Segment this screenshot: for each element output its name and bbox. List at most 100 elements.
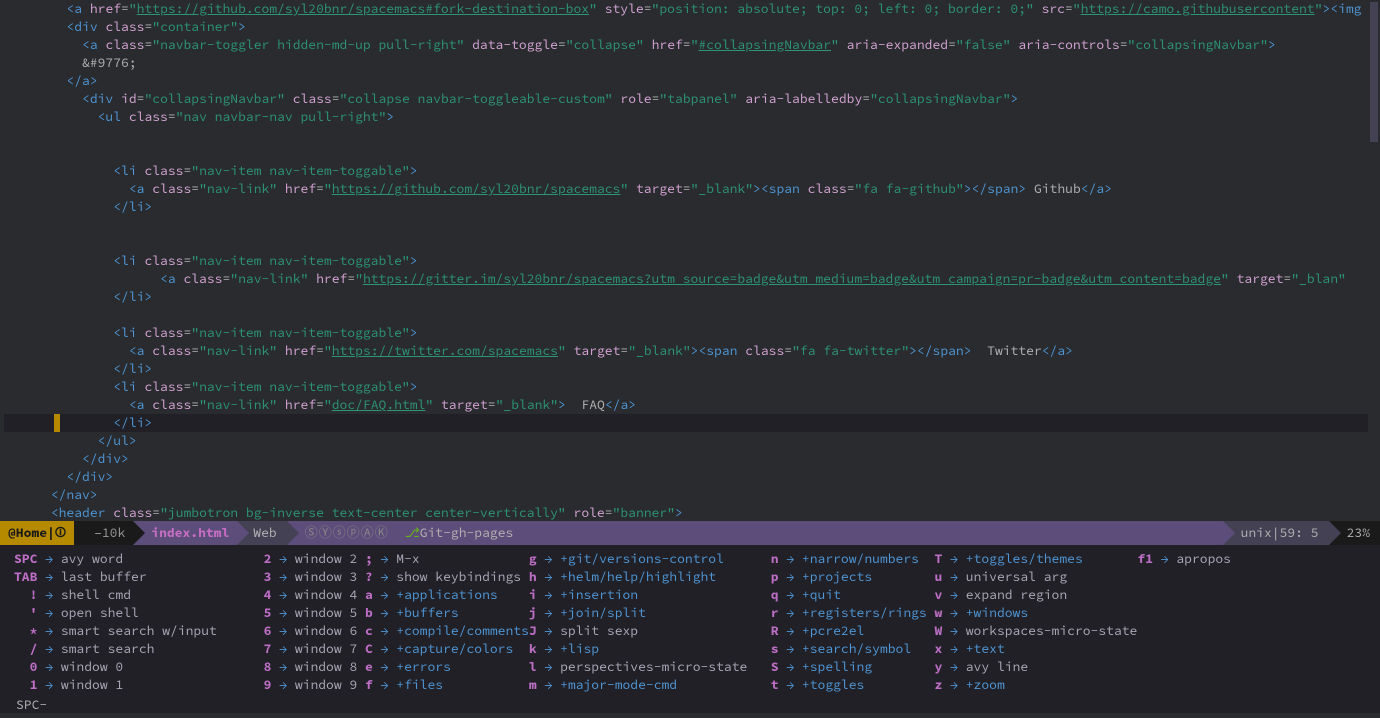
which-key-binding[interactable]: p → +projects [771, 568, 935, 586]
which-key-binding[interactable]: ; → M-x [365, 550, 529, 568]
code-line[interactable]: <li class="nav-item nav-item-toggable"> [4, 252, 1380, 270]
which-key-binding[interactable]: w → +windows [935, 604, 1138, 622]
which-key-binding[interactable]: T → +toggles/themes [935, 550, 1138, 568]
which-key-row: 1 → window 1 9 → window 9 f → +files m →… [14, 676, 1366, 694]
which-key-binding[interactable]: f → +files [365, 676, 529, 694]
which-key-binding[interactable]: u → universal arg [935, 568, 1138, 586]
code-line[interactable]: <ul class="nav navbar-nav pull-right"> [4, 108, 1380, 126]
which-key-binding[interactable]: TAB → last buffer [14, 568, 264, 586]
code-line[interactable]: </div> [4, 468, 1380, 486]
code-line[interactable] [4, 234, 1380, 252]
which-key-binding[interactable]: SPC → avy word [14, 550, 264, 568]
which-key-binding[interactable]: R → +pcre2el [771, 622, 935, 640]
code-line[interactable]: </ul> [4, 432, 1380, 450]
which-key-row: / → smart search 7 → window 7 C → +captu… [14, 640, 1366, 658]
which-key-row: SPC → avy word 2 → window 2 ; → M-x g → … [14, 550, 1366, 568]
code-line[interactable]: <a class="nav-link" href="doc/FAQ.html" … [4, 396, 1380, 414]
which-key-binding[interactable]: r → +registers/rings [771, 604, 935, 622]
code-line[interactable]: </li> [4, 198, 1380, 216]
which-key-row: * → smart search w/input 6 → window 6 c … [14, 622, 1366, 640]
which-key-binding[interactable]: k → +lisp [529, 640, 771, 658]
which-key-binding[interactable]: j → +join/split [529, 604, 771, 622]
which-key-binding[interactable]: l → perspectives-micro-state [529, 658, 771, 676]
code-line[interactable]: <a class="nav-link" href="https://twitte… [4, 342, 1380, 360]
code-line[interactable]: <a class="nav-link" href="https://gitter… [4, 270, 1380, 288]
which-key-binding[interactable]: 7 → window 7 [264, 640, 365, 658]
modeline-filename: index.html [133, 521, 237, 545]
which-key-binding[interactable]: x → +text [935, 640, 1138, 658]
code-line[interactable]: <header class="jumbotron bg-inverse text… [4, 504, 1380, 521]
code-line[interactable]: </a> [4, 72, 1380, 90]
which-key-binding[interactable]: y → avy line [935, 658, 1138, 676]
which-key-binding[interactable]: ' → open shell [14, 604, 264, 622]
code-line[interactable] [4, 306, 1380, 324]
code-line[interactable]: <li class="nav-item nav-item-toggable"> [4, 324, 1380, 342]
which-key-binding[interactable]: * → smart search w/input [14, 622, 264, 640]
code-line[interactable]: <a href="https://github.com/syl20bnr/spa… [4, 0, 1380, 18]
which-key-binding[interactable]: c → +compile/comments [365, 622, 529, 640]
which-key-binding[interactable]: b → +buffers [365, 604, 529, 622]
which-key-binding[interactable]: v → expand region [935, 586, 1138, 604]
which-key-binding[interactable]: 1 → window 1 [14, 676, 264, 694]
which-key-binding[interactable]: C → +capture/colors [365, 640, 529, 658]
modeline-size: – 10k [74, 521, 133, 545]
which-key-binding[interactable]: h → +helm/help/highlight [529, 568, 771, 586]
code-line[interactable] [4, 126, 1380, 144]
which-key-binding[interactable]: J → split sexp [529, 622, 771, 640]
scrollbar-thumb[interactable] [1370, 2, 1378, 142]
which-key-binding[interactable]: a → +applications [365, 586, 529, 604]
which-key-binding[interactable]: z → +zoom [935, 676, 1138, 694]
modeline-workspace[interactable]: @Home | 🛈 [0, 521, 74, 545]
which-key-row: TAB → last buffer 3 → window 3 ? → show … [14, 568, 1366, 586]
which-key-input: SPC- [14, 696, 1366, 713]
which-key-row: ! → shell cmd 4 → window 4 a → +applicat… [14, 586, 1366, 604]
scrollbar-vertical[interactable] [1368, 0, 1380, 521]
code-line[interactable]: &#9776; [4, 54, 1380, 72]
which-key-binding[interactable]: 5 → window 5 [264, 604, 365, 622]
code-line[interactable]: </li> [4, 288, 1380, 306]
which-key-binding[interactable]: t → +toggles [771, 676, 935, 694]
modeline: @Home | 🛈 – 10k index.html Web ⓈⓎⓢⓟⒶⓀ ⎇ … [0, 521, 1380, 545]
which-key-binding[interactable]: 8 → window 8 [264, 658, 365, 676]
code-line[interactable]: </nav> [4, 486, 1380, 504]
which-key-binding[interactable]: g → +git/versions-control [529, 550, 771, 568]
which-key-binding[interactable]: m → +major-mode-cmd [529, 676, 771, 694]
code-line[interactable]: <div class="container"> [4, 18, 1380, 36]
modeline-position: unix | 59: 5 [1223, 521, 1329, 545]
code-line[interactable] [4, 144, 1380, 162]
which-key-binding[interactable]: s → +search/symbol [771, 640, 935, 658]
which-key-binding[interactable]: ? → show keybindings [365, 568, 529, 586]
which-key-binding[interactable]: 9 → window 9 [264, 676, 365, 694]
which-key-binding[interactable]: 6 → window 6 [264, 622, 365, 640]
modeline-minor-modes: ⓈⓎⓢⓟⒶⓀ [287, 521, 397, 545]
which-key-binding[interactable]: W → workspaces-micro-state [935, 622, 1138, 640]
code-line[interactable]: <a class="nav-link" href="https://github… [4, 180, 1380, 198]
info-icon: 🛈 [55, 521, 66, 545]
code-line[interactable] [4, 216, 1380, 234]
code-line[interactable]: <div id="collapsingNavbar" class="collap… [4, 90, 1380, 108]
code-line[interactable]: <li class="nav-item nav-item-toggable"> [4, 378, 1380, 396]
which-key-binding[interactable]: 0 → window 0 [14, 658, 264, 676]
code-line[interactable]: <a class="navbar-toggler hidden-md-up pu… [4, 36, 1380, 54]
which-key-binding[interactable]: 4 → window 4 [264, 586, 365, 604]
modeline-percent: 23% [1329, 521, 1380, 545]
which-key-binding[interactable]: q → +quit [771, 586, 935, 604]
which-key-binding[interactable]: n → +narrow/numbers [771, 550, 935, 568]
which-key-binding[interactable]: 2 → window 2 [264, 550, 365, 568]
which-key-binding[interactable]: i → +insertion [529, 586, 771, 604]
which-key-binding[interactable]: ! → shell cmd [14, 586, 264, 604]
which-key-row: 0 → window 0 8 → window 8 e → +errors l … [14, 658, 1366, 676]
which-key-binding[interactable]: 3 → window 3 [264, 568, 365, 586]
code-line[interactable]: <li class="nav-item nav-item-toggable"> [4, 162, 1380, 180]
code-line[interactable]: </li> [4, 360, 1380, 378]
code-line[interactable]: </div> [4, 450, 1380, 468]
which-key-binding[interactable]: S → +spelling [771, 658, 935, 676]
which-key-binding[interactable]: / → smart search [14, 640, 264, 658]
which-key-panel: SPC → avy word 2 → window 2 ; → M-x g → … [0, 545, 1380, 713]
code-line[interactable]: </li> [4, 414, 1380, 432]
which-key-row: ' → open shell 5 → window 5 b → +buffers… [14, 604, 1366, 622]
which-key-binding[interactable]: e → +errors [365, 658, 529, 676]
code-editor[interactable]: <a href="https://github.com/syl20bnr/spa… [0, 0, 1380, 521]
modeline-vcs: ⎇ Git-gh-pages [397, 521, 522, 545]
which-key-binding[interactable]: f1 → apropos [1137, 550, 1301, 568]
